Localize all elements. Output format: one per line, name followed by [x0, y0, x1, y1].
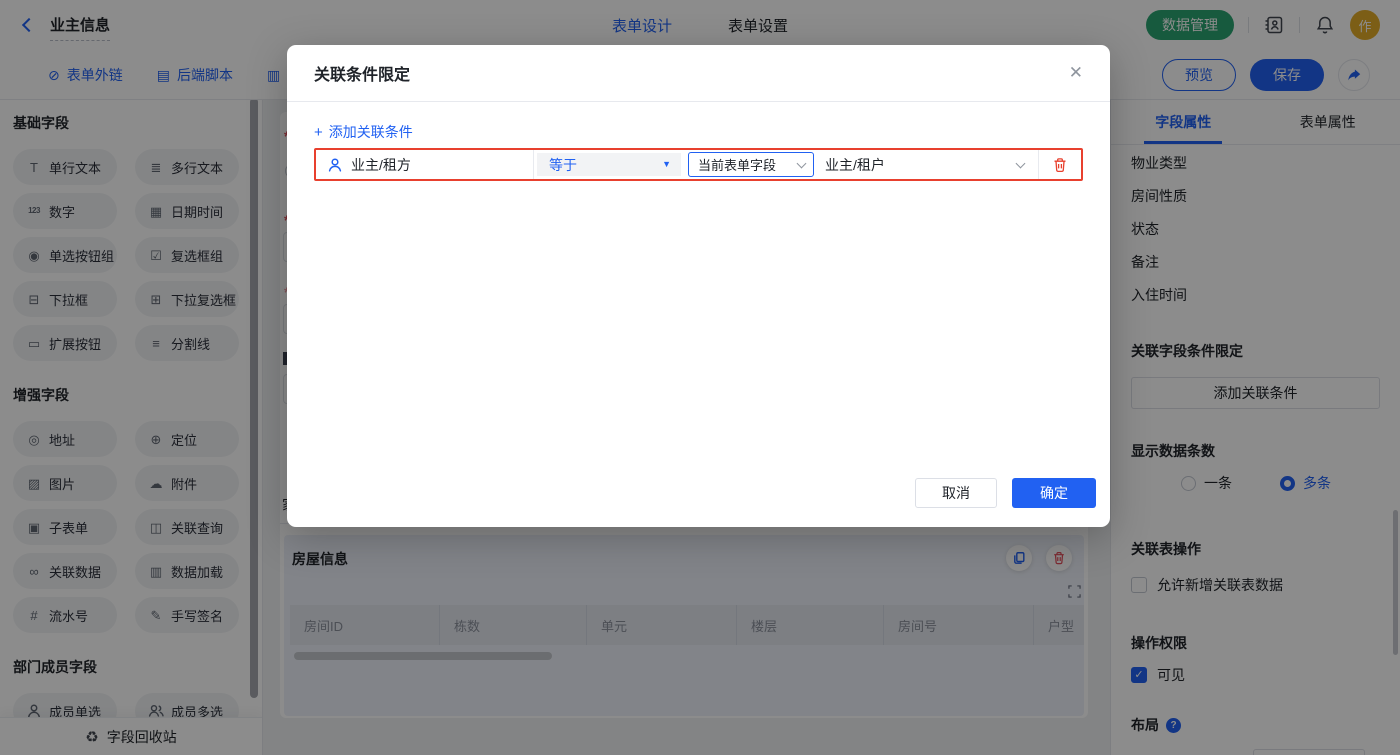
- person-icon: [327, 157, 343, 173]
- condition-field[interactable]: 业主/租方: [316, 150, 534, 179]
- modal-header: 关联条件限定 ✕: [287, 45, 1110, 102]
- delete-condition-button[interactable]: [1039, 150, 1081, 179]
- modal-title: 关联条件限定: [314, 61, 410, 85]
- modal-footer: 取消 确定: [915, 478, 1096, 508]
- source-type-select[interactable]: 当前表单字段: [688, 152, 814, 177]
- trash-icon: [1052, 157, 1068, 173]
- operator-select[interactable]: 等于 ▼: [537, 153, 681, 176]
- cancel-button[interactable]: 取消: [915, 478, 997, 508]
- triangle-down-icon: ▼: [662, 160, 671, 169]
- close-icon[interactable]: ✕: [1069, 63, 1083, 83]
- modal-body: + 添加关联条件 业主/租方 等于 ▼ 当前表单字段: [287, 102, 1110, 181]
- confirm-button[interactable]: 确定: [1012, 478, 1096, 508]
- plus-icon: +: [314, 124, 323, 141]
- source-field-select[interactable]: 业主/租户: [814, 150, 1039, 179]
- chevron-down-icon: [1016, 158, 1026, 168]
- add-condition-link[interactable]: + 添加关联条件: [314, 122, 413, 142]
- condition-modal: 关联条件限定 ✕ + 添加关联条件 业主/租方 等于 ▼: [287, 45, 1110, 527]
- app-root: 业主信息 表单设计 表单设置 数据管理: [0, 0, 1400, 755]
- chevron-down-icon: [797, 158, 807, 168]
- condition-row: 业主/租方 等于 ▼ 当前表单字段 业主/租户: [314, 148, 1083, 181]
